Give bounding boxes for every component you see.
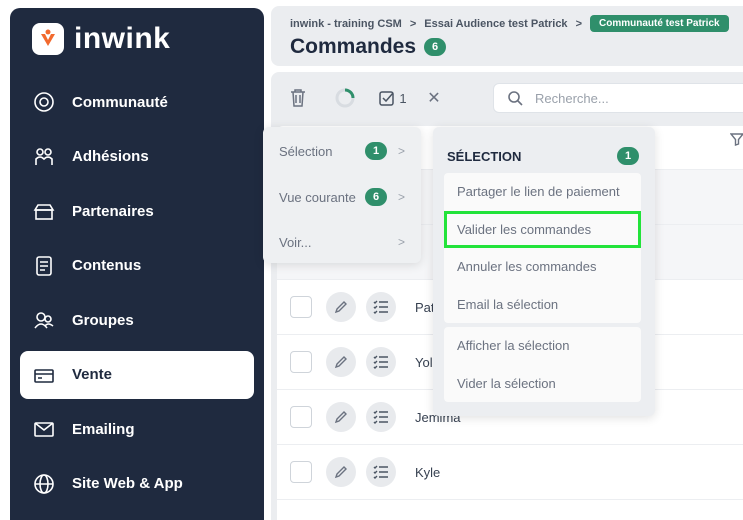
- sidebar-nav: Communauté Adhésions Partenaires Contenu…: [20, 78, 254, 514]
- content-icon: [32, 254, 56, 278]
- row-name: Pat: [415, 299, 435, 315]
- menu-item-badge: 6: [365, 188, 387, 206]
- sidebar-item-groupes[interactable]: Groupes: [20, 296, 254, 344]
- menu-item-vue-courante[interactable]: Vue courante 6 >: [279, 182, 409, 212]
- breadcrumb-community-badge[interactable]: Communauté test Patrick: [590, 15, 729, 32]
- menu-item-selection[interactable]: Sélection 1 >: [279, 136, 409, 166]
- checklist-icon[interactable]: [366, 402, 396, 432]
- inwink-logo-icon: [32, 23, 64, 55]
- breadcrumb-separator-icon: >: [575, 17, 582, 30]
- chevron-right-icon: >: [397, 144, 405, 158]
- sidebar-item-label: Contenus: [72, 257, 142, 274]
- sidebar-item-contenus[interactable]: Contenus: [20, 242, 254, 290]
- row-checkbox[interactable]: [290, 461, 312, 483]
- members-icon: [32, 145, 56, 169]
- breadcrumb-item[interactable]: Essai Audience test Patrick: [424, 18, 567, 30]
- globe-icon: [32, 472, 56, 496]
- menu-item-label: Vue courante: [279, 189, 356, 205]
- actions-menu: Sélection 1 > Vue courante 6 > Voir... >: [263, 127, 421, 263]
- clear-selection-item[interactable]: Vider la sélection: [444, 365, 641, 403]
- edit-pencil-icon[interactable]: [326, 457, 356, 487]
- submenu-group: Partager le lien de paiement Valider les…: [444, 173, 641, 323]
- validate-orders-item[interactable]: Valider les commandes: [444, 210, 641, 248]
- logo[interactable]: inwink: [32, 22, 170, 56]
- sidebar-item-adhesions[interactable]: Adhésions: [20, 133, 254, 181]
- sidebar-item-label: Vente: [72, 366, 113, 383]
- menu-item-badge: 1: [365, 142, 387, 160]
- checklist-icon[interactable]: [366, 347, 396, 377]
- page-title-text: Commandes: [290, 35, 417, 58]
- submenu-group: Afficher la sélection Vider la sélection: [444, 327, 641, 402]
- selected-count-toggle[interactable]: 1: [375, 88, 411, 108]
- row-checkbox[interactable]: [290, 296, 312, 318]
- sidebar-item-partenaires[interactable]: Partenaires: [20, 187, 254, 235]
- email-icon: [32, 417, 56, 441]
- sidebar-item-label: Partenaires: [72, 202, 154, 220]
- sidebar-item-label: Communauté: [72, 93, 168, 111]
- page-count-badge: 6: [424, 38, 447, 56]
- submenu-title: SÉLECTION: [447, 149, 522, 164]
- search-icon: [508, 90, 523, 106]
- breadcrumb-item[interactable]: inwink - training CSM: [290, 18, 402, 30]
- sidebar-item-emailing[interactable]: Emailing: [20, 405, 254, 453]
- sidebar-item-label: Adhésions: [72, 148, 149, 165]
- filter-icon[interactable]: [730, 132, 743, 146]
- page-header: inwink - training CSM > Essai Audience t…: [271, 6, 743, 66]
- checklist-icon[interactable]: [366, 292, 396, 322]
- search-box[interactable]: Recherche...: [493, 83, 743, 113]
- sidebar-item-site-web[interactable]: Site Web & App: [20, 460, 254, 508]
- menu-item-label: Voir...: [279, 234, 312, 250]
- email-selection-item[interactable]: Email la sélection: [444, 286, 641, 324]
- page-title: Commandes 6: [290, 35, 447, 59]
- chevron-right-icon: >: [397, 190, 405, 204]
- edit-pencil-icon[interactable]: [326, 347, 356, 377]
- cancel-orders-item[interactable]: Annuler les commandes: [444, 248, 641, 286]
- close-icon[interactable]: ✕: [426, 88, 442, 108]
- chevron-right-icon: >: [397, 235, 405, 249]
- table-row[interactable]: Kyle: [277, 445, 743, 500]
- row-checkbox[interactable]: [290, 406, 312, 428]
- logo-text: inwink: [74, 22, 171, 55]
- edit-pencil-icon[interactable]: [326, 402, 356, 432]
- row-name: Kyle: [415, 464, 441, 480]
- sidebar-item-label: Groupes: [72, 311, 134, 329]
- show-selection-item[interactable]: Afficher la sélection: [444, 327, 641, 365]
- menu-item-voir[interactable]: Voir... >: [279, 227, 409, 257]
- menu-item-label: Sélection: [279, 143, 333, 159]
- submenu-count-badge: 1: [617, 147, 639, 165]
- search-input[interactable]: Recherche...: [535, 91, 609, 106]
- partners-icon: [32, 199, 56, 223]
- checklist-icon[interactable]: [366, 457, 396, 487]
- sidebar-item-vente[interactable]: Vente: [20, 350, 254, 399]
- selected-count: 1: [399, 90, 407, 106]
- sidebar-item-label: Emailing: [72, 420, 135, 438]
- selection-submenu: SÉLECTION 1 Partager le lien de paiement…: [433, 127, 655, 416]
- sidebar-item-label: Site Web & App: [72, 475, 183, 492]
- check-square-icon: [379, 91, 395, 106]
- breadcrumb: inwink - training CSM > Essai Audience t…: [290, 15, 729, 32]
- sidebar-item-communaute[interactable]: Communauté: [20, 78, 254, 126]
- breadcrumb-separator-icon: >: [409, 17, 417, 30]
- sales-icon: [32, 363, 56, 387]
- community-icon: [32, 90, 56, 114]
- groups-icon: [32, 308, 56, 332]
- edit-pencil-icon[interactable]: [326, 292, 356, 322]
- loading-spinner-icon: [334, 87, 356, 109]
- row-checkbox[interactable]: [290, 351, 312, 373]
- row-name: Yol: [415, 354, 433, 370]
- trash-icon[interactable]: [288, 87, 308, 109]
- sidebar: inwink Communauté Adhésions Partenaires …: [10, 8, 264, 520]
- share-payment-link-item[interactable]: Partager le lien de paiement: [444, 173, 641, 211]
